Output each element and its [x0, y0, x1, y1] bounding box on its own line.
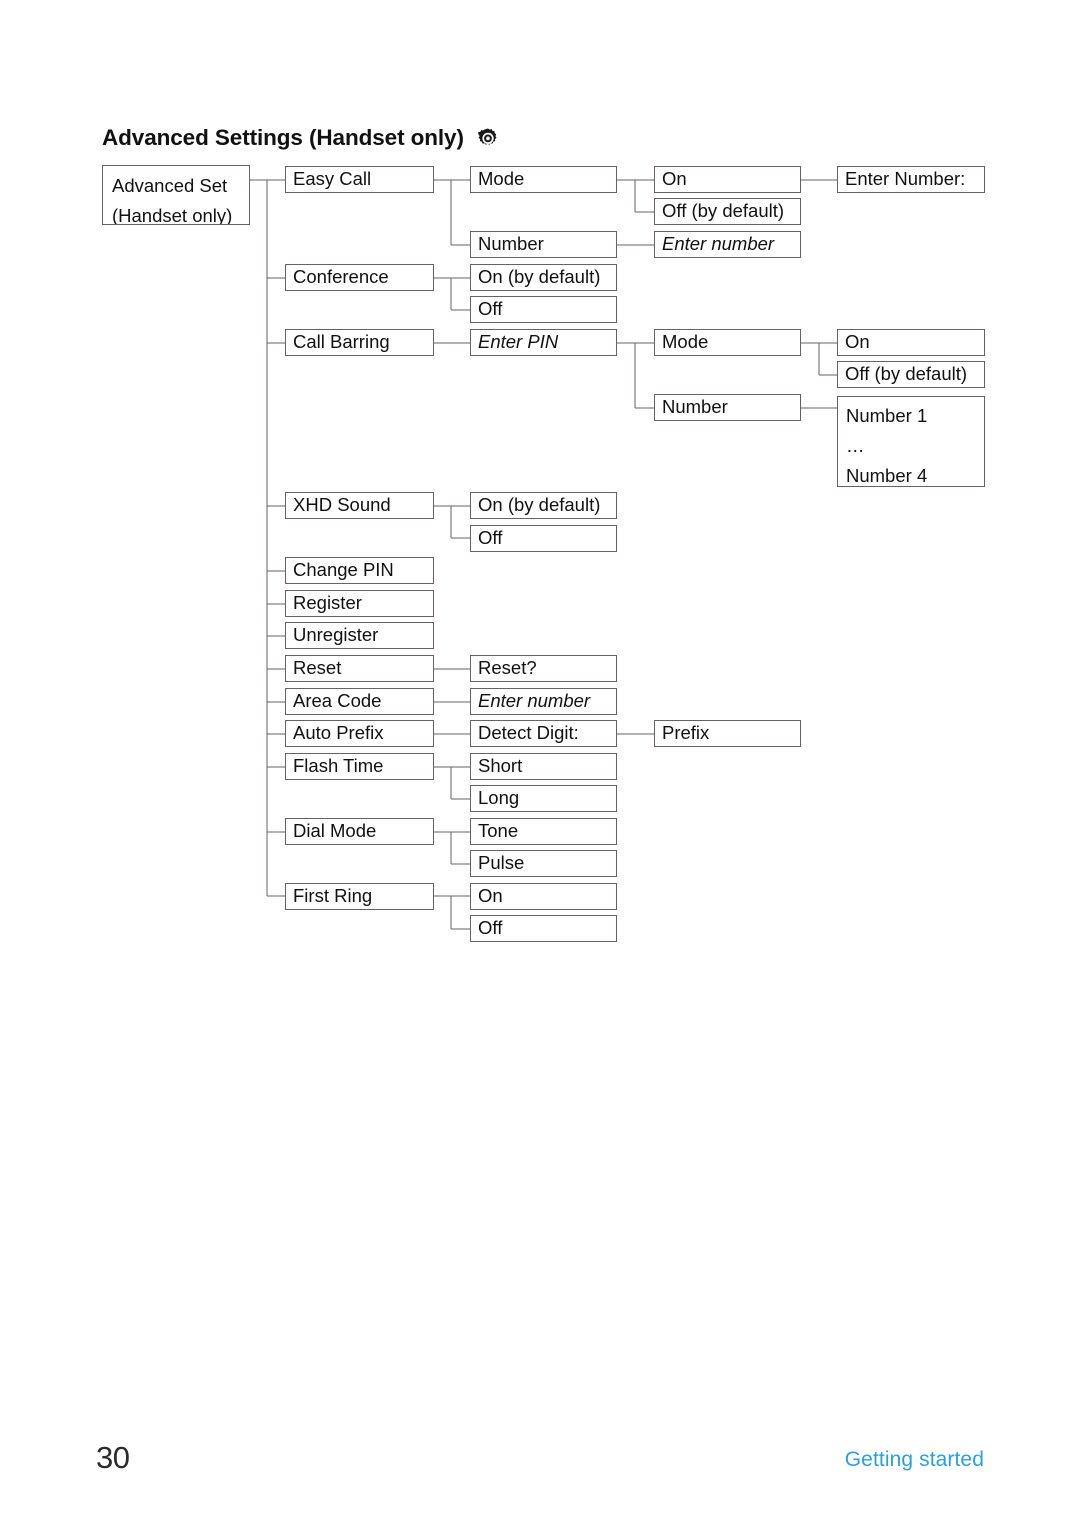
- tree-node-label: Easy Call: [293, 168, 372, 190]
- tree-node-enter-pin[interactable]: Enter PIN: [470, 329, 617, 356]
- tree-node-number-2[interactable]: Number: [654, 394, 801, 421]
- tree-node-area-code[interactable]: Area Code: [285, 688, 434, 715]
- tree-node-label: Enter number: [662, 233, 775, 255]
- menu-tree-diagram: Advanced Set (Handset only) Easy Call Mod…: [0, 0, 1080, 1100]
- tree-node-reset-confirm[interactable]: Reset?: [470, 655, 617, 682]
- tree-node-call-barring[interactable]: Call Barring: [285, 329, 434, 356]
- tree-node-on-1[interactable]: On: [654, 166, 801, 193]
- tree-node-advanced-set[interactable]: Advanced Set (Handset only): [102, 165, 250, 225]
- tree-node-conference[interactable]: Conference: [285, 264, 434, 291]
- tree-node-label: Tone: [478, 820, 519, 842]
- tree-node-label: Area Code: [293, 690, 382, 712]
- tree-node-label: On: [845, 331, 870, 353]
- tree-node-tone[interactable]: Tone: [470, 818, 617, 845]
- tree-node-easy-call[interactable]: Easy Call: [285, 166, 434, 193]
- tree-node-off-first-ring[interactable]: Off: [470, 915, 617, 942]
- tree-node-off-conf[interactable]: Off: [470, 296, 617, 323]
- tree-node-label: First Ring: [293, 885, 373, 907]
- tree-node-on-default-conf[interactable]: On (by default): [470, 264, 617, 291]
- tree-node-enter-number-area[interactable]: Enter number: [470, 688, 617, 715]
- tree-node-label: Reset?: [478, 657, 537, 679]
- tree-node-label: Reset: [293, 657, 342, 679]
- tree-node-mode-1[interactable]: Mode: [470, 166, 617, 193]
- tree-node-xhd-sound[interactable]: XHD Sound: [285, 492, 434, 519]
- tree-node-first-ring[interactable]: First Ring: [285, 883, 434, 910]
- tree-node-label: Mode: [662, 331, 709, 353]
- tree-node-label: Off: [478, 298, 503, 320]
- tree-node-label: Register: [293, 592, 362, 614]
- tree-node-on-2[interactable]: On: [837, 329, 985, 356]
- tree-node-label: Off (by default): [845, 363, 968, 385]
- tree-node-mode-2[interactable]: Mode: [654, 329, 801, 356]
- tree-node-label: Off: [478, 917, 503, 939]
- tree-node-change-pin[interactable]: Change PIN: [285, 557, 434, 584]
- tree-node-register[interactable]: Register: [285, 590, 434, 617]
- tree-node-label: Unregister: [293, 624, 379, 646]
- tree-node-dial-mode[interactable]: Dial Mode: [285, 818, 434, 845]
- tree-node-label: Number: [478, 233, 544, 255]
- tree-node-label: Conference: [293, 266, 389, 288]
- tree-node-label: Prefix: [662, 722, 710, 744]
- tree-node-label: Dial Mode: [293, 820, 377, 842]
- tree-node-label: Enter number: [478, 690, 591, 712]
- tree-node-label: XHD Sound: [293, 494, 391, 516]
- tree-node-off-default-2[interactable]: Off (by default): [837, 361, 985, 388]
- tree-node-label: Call Barring: [293, 331, 390, 353]
- tree-node-unregister[interactable]: Unregister: [285, 622, 434, 649]
- tree-node-enter-number-it[interactable]: Enter number: [654, 231, 801, 258]
- tree-node-label: Pulse: [478, 852, 525, 874]
- tree-node-label: Flash Time: [293, 755, 384, 777]
- tree-node-off-xhd[interactable]: Off: [470, 525, 617, 552]
- tree-node-on-default-xhd[interactable]: On (by default): [470, 492, 617, 519]
- tree-node-number-1[interactable]: Number: [470, 231, 617, 258]
- tree-node-label: Detect Digit:: [478, 722, 579, 744]
- tree-node-reset[interactable]: Reset: [285, 655, 434, 682]
- tree-node-label: Enter Number:: [845, 168, 966, 190]
- tree-node-label: Off (by default): [662, 200, 785, 222]
- footer-section-label: Getting started: [844, 1448, 984, 1471]
- tree-node-long[interactable]: Long: [470, 785, 617, 812]
- tree-node-label: Change PIN: [293, 559, 394, 581]
- tree-node-pulse[interactable]: Pulse: [470, 850, 617, 877]
- tree-node-short[interactable]: Short: [470, 753, 617, 780]
- number-list-line-1: Number 1: [846, 405, 928, 426]
- tree-node-label: On (by default): [478, 494, 601, 516]
- page-number: 30: [96, 1440, 130, 1475]
- tree-node-flash-time[interactable]: Flash Time: [285, 753, 434, 780]
- tree-node-label: On: [478, 885, 503, 907]
- tree-node-on-first-ring[interactable]: On: [470, 883, 617, 910]
- manual-page: Advanced Settings (Handset only) Advance…: [0, 0, 1080, 1525]
- tree-node-label: Number: [662, 396, 728, 418]
- tree-node-label: Mode: [478, 168, 525, 190]
- tree-node-off-default-1[interactable]: Off (by default): [654, 198, 801, 225]
- tree-node-label: On: [662, 168, 687, 190]
- tree-node-label: Advanced Set: [112, 175, 228, 196]
- tree-node-label: Short: [478, 755, 523, 777]
- number-list-line-2: …: [846, 435, 865, 456]
- number-list-line-3: Number 4: [846, 465, 928, 486]
- tree-node-label: On (by default): [478, 266, 601, 288]
- tree-node-label: Long: [478, 787, 520, 809]
- tree-node-label: Enter PIN: [478, 331, 559, 353]
- tree-node-label: Off: [478, 527, 503, 549]
- tree-node-auto-prefix[interactable]: Auto Prefix: [285, 720, 434, 747]
- tree-node-detect-digit[interactable]: Detect Digit:: [470, 720, 617, 747]
- tree-node-number-list[interactable]: Number 1 … Number 4: [837, 396, 985, 487]
- tree-node-label: Auto Prefix: [293, 722, 384, 744]
- tree-node-prefix[interactable]: Prefix: [654, 720, 801, 747]
- tree-node-sublabel: (Handset only): [112, 205, 233, 225]
- tree-node-enter-number-1[interactable]: Enter Number:: [837, 166, 985, 193]
